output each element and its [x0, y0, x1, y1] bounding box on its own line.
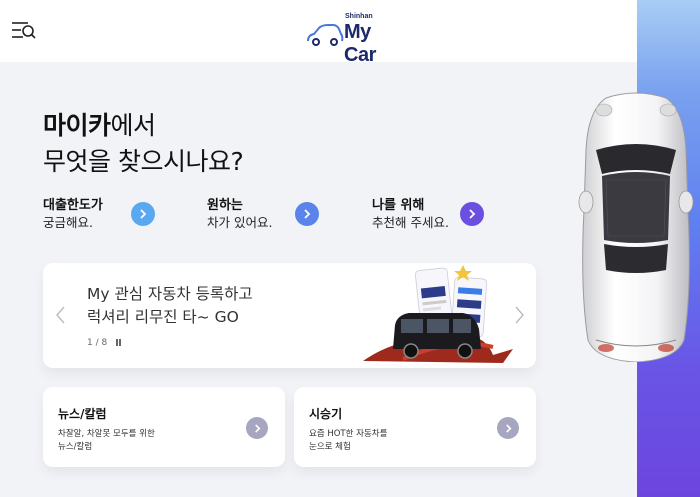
- card-description: 차잘알, 차알못 모두를 위한 뉴스/칼럼: [58, 428, 208, 454]
- promo-banner[interactable]: My 관심 자동차 등록하고 럭셔리 리무진 타~ GO 1 / 8: [43, 263, 536, 368]
- chevron-right-icon[interactable]: [246, 417, 268, 439]
- banner-text: My 관심 자동차 등록하고 럭셔리 리무진 타~ GO: [87, 283, 253, 329]
- banner-line2: 럭셔리 리무진 타~ GO: [87, 308, 239, 326]
- banner-line1: My 관심 자동차 등록하고: [87, 285, 253, 303]
- chevron-right-icon[interactable]: [511, 305, 527, 325]
- card-description: 요즘 HOT한 자동차를 눈으로 체험: [309, 428, 459, 454]
- chevron-left-icon[interactable]: [53, 305, 69, 325]
- headline-brand: 마이카: [43, 111, 111, 140]
- chevron-right-icon[interactable]: [497, 417, 519, 439]
- logo-brand-text: Shinhan: [345, 13, 373, 20]
- quick-link-loan-limit[interactable]: 대출한도가 궁금해요.: [43, 197, 193, 233]
- headline-line1-rest: 에서: [110, 111, 157, 140]
- test-drive-card[interactable]: 시승기 요즘 HOT한 자동차를 눈으로 체험: [294, 387, 536, 467]
- chevron-right-icon[interactable]: [295, 202, 319, 226]
- headline-line2: 무엇을 찾으시나요?: [43, 147, 244, 176]
- quick-link-subtitle: 궁금해요.: [43, 215, 93, 230]
- card-desc-line2: 눈으로 체험: [309, 442, 351, 452]
- quick-link-title: 원하는: [207, 198, 243, 213]
- car-outline-icon: [307, 24, 344, 46]
- card-title: 뉴스/칼럼: [58, 407, 107, 421]
- quick-link-desired-car[interactable]: 원하는 차가 있어요.: [207, 197, 357, 233]
- white-sports-car-image: [578, 92, 694, 362]
- card-title: 시승기: [309, 407, 343, 421]
- quick-link-recommend[interactable]: 나를 위해 추천해 주세요.: [372, 197, 522, 233]
- quick-link-title: 나를 위해: [372, 198, 425, 213]
- app-header: Shinhan My Car: [0, 0, 637, 66]
- news-column-card[interactable]: 뉴스/칼럼 차잘알, 차알못 모두를 위한 뉴스/칼럼: [43, 387, 285, 467]
- page-headline: 마이카에서 무엇을 찾으시나요?: [43, 108, 244, 180]
- chevron-right-icon[interactable]: [460, 202, 484, 226]
- chevron-right-icon[interactable]: [131, 202, 155, 226]
- card-desc-line1: 요즘 HOT한 자동차를: [309, 429, 388, 439]
- quick-link-subtitle: 차가 있어요.: [207, 215, 273, 230]
- quick-link-title: 대출한도가: [43, 198, 103, 213]
- logo-product-text: My Car: [344, 21, 376, 66]
- card-desc-line2: 뉴스/칼럼: [58, 442, 93, 452]
- pause-icon[interactable]: [116, 339, 122, 346]
- quick-link-subtitle: 추천해 주세요.: [372, 215, 449, 230]
- menu-search-icon[interactable]: [11, 19, 37, 41]
- banner-page-indicator: 1 / 8: [87, 338, 108, 348]
- shinhan-mycar-logo[interactable]: Shinhan My Car: [306, 11, 406, 66]
- limousine-promo-illustration: [363, 265, 513, 363]
- card-desc-line1: 차잘알, 차알못 모두를 위한: [58, 429, 155, 439]
